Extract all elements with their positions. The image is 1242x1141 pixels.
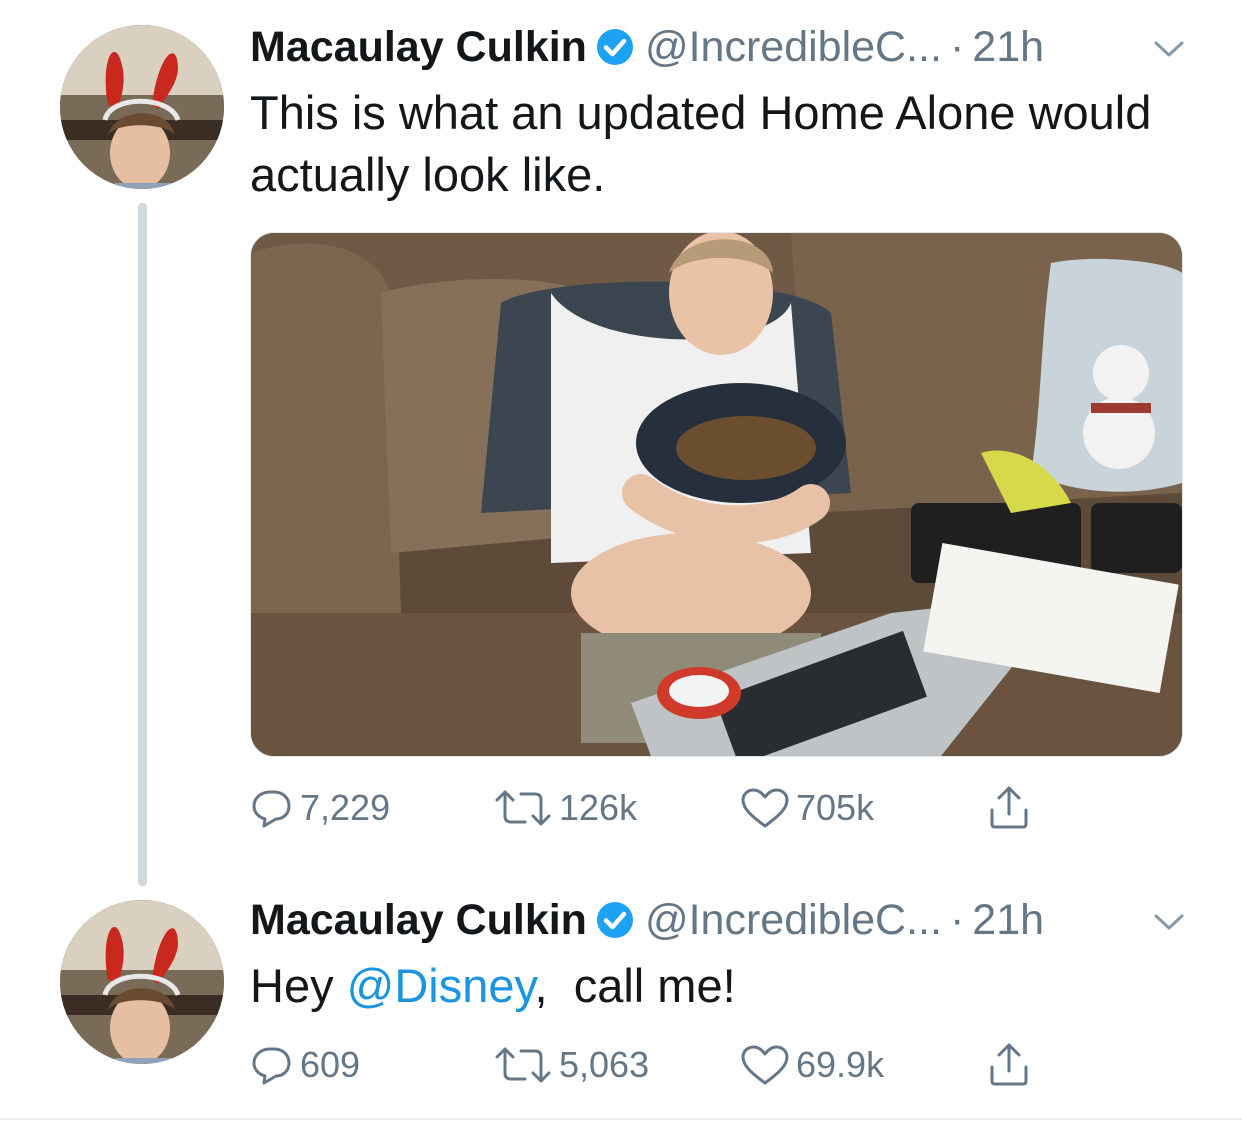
retweet-icon	[495, 790, 551, 826]
reply-button[interactable]: 609	[250, 1040, 360, 1090]
chevron-down-icon[interactable]	[1152, 37, 1186, 61]
share-button[interactable]	[987, 1040, 1031, 1090]
like-icon	[741, 1045, 789, 1085]
reply-icon	[252, 1047, 291, 1085]
divider	[0, 1118, 1242, 1120]
tweet-text-prefix: Hey	[250, 959, 347, 1012]
like-count: 69.9k	[796, 1044, 885, 1085]
avatar-image	[60, 900, 224, 1064]
tweet-header: Macaulay Culkin @IncredibleC... · 21h	[250, 22, 1044, 72]
timestamp[interactable]: 21h	[972, 23, 1044, 72]
reply-icon	[252, 790, 291, 828]
tweet-text: This is what an updated Home Alone would…	[250, 86, 1152, 201]
separator: ·	[949, 22, 965, 71]
retweet-count: 126k	[559, 787, 638, 828]
share-icon	[990, 786, 1028, 829]
display-name[interactable]: Macaulay Culkin	[250, 23, 587, 72]
retweet-icon	[495, 1047, 551, 1083]
tweet-text-suffix: , call me!	[534, 959, 736, 1012]
mention-link[interactable]: @Disney	[347, 959, 535, 1012]
user-handle[interactable]: @IncredibleC...	[645, 23, 942, 72]
verified-badge-icon	[595, 900, 635, 940]
avatar-image	[60, 25, 224, 189]
retweet-count: 5,063	[559, 1044, 650, 1085]
like-icon	[741, 788, 789, 828]
reply-count: 7,229	[300, 787, 391, 828]
chevron-down-icon[interactable]	[1152, 910, 1186, 934]
display-name[interactable]: Macaulay Culkin	[250, 896, 587, 945]
like-count: 705k	[796, 787, 875, 828]
like-button[interactable]: 705k	[740, 783, 874, 833]
user-handle[interactable]: @IncredibleC...	[645, 896, 942, 945]
reply-button[interactable]: 7,229	[250, 783, 390, 833]
thread-line	[138, 203, 147, 886]
tweet-actions: 7,229 126k 705k	[250, 783, 1050, 833]
retweet-button[interactable]: 126k	[493, 783, 637, 833]
photo-image	[251, 233, 1182, 756]
avatar[interactable]	[60, 900, 224, 1064]
separator: ·	[949, 895, 965, 944]
retweet-button[interactable]: 5,063	[493, 1040, 649, 1090]
avatar[interactable]	[60, 25, 224, 189]
timestamp[interactable]: 21h	[972, 896, 1044, 945]
tweet-header: Macaulay Culkin @IncredibleC... · 21h	[250, 895, 1044, 945]
like-button[interactable]: 69.9k	[740, 1040, 884, 1090]
verified-badge-icon	[595, 27, 635, 67]
tweet-text: Hey @Disney, call me!	[250, 955, 1190, 1017]
reply-count: 609	[300, 1044, 361, 1085]
share-button[interactable]	[987, 783, 1031, 833]
tweet-photo[interactable]	[250, 232, 1183, 757]
tweet-actions: 609 5,063 69.9k	[250, 1040, 1050, 1090]
share-icon	[990, 1043, 1028, 1086]
